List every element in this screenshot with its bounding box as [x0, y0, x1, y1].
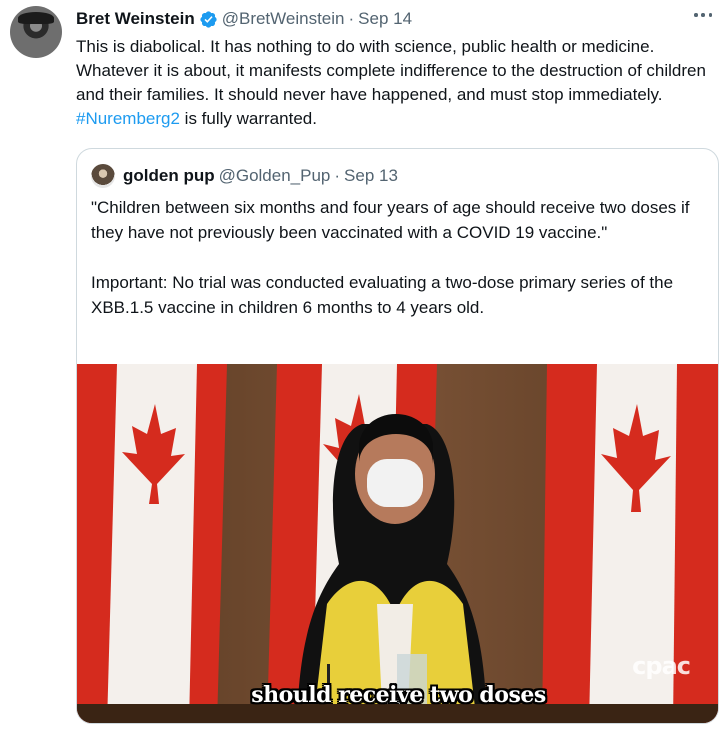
- author-name[interactable]: Bret Weinstein: [76, 9, 195, 29]
- quoted-separator-dot: ·: [334, 166, 341, 185]
- separator-dot: ·: [348, 9, 355, 28]
- hashtag-link[interactable]: #Nuremberg2: [76, 109, 180, 128]
- tweet-date[interactable]: Sep 14: [358, 9, 412, 29]
- quoted-author-name: golden pup: [123, 166, 215, 185]
- flag-left: [77, 364, 227, 723]
- quoted-header: golden pup @Golden_Pup · Sep 13: [91, 164, 398, 188]
- author-avatar[interactable]: [10, 6, 62, 58]
- more-options-icon[interactable]: [691, 5, 715, 25]
- author-handle[interactable]: @BretWeinstein: [222, 9, 345, 29]
- quoted-author-handle: @Golden_Pup: [218, 166, 331, 185]
- tweet-text-tail: is fully warranted.: [179, 109, 317, 128]
- quoted-paragraph-1: "Children between six months and four ye…: [91, 198, 690, 242]
- tweet-header: Bret Weinstein @BretWeinstein · Sep 14: [76, 8, 412, 30]
- quoted-media-video[interactable]: cpac should receive two doses: [77, 364, 718, 723]
- video-frame: [77, 364, 718, 723]
- tweet-text-body: This is diabolical. It has nothing to do…: [76, 37, 706, 104]
- quoted-text: "Children between six months and four ye…: [91, 195, 711, 320]
- video-watermark: cpac: [632, 652, 691, 680]
- tweet-text: This is diabolical. It has nothing to do…: [76, 35, 706, 131]
- verified-badge-icon: [200, 10, 217, 28]
- quoted-date: Sep 13: [344, 166, 398, 185]
- quoted-paragraph-2: Important: No trial was conducted evalua…: [91, 273, 674, 317]
- quoted-tweet[interactable]: golden pup @Golden_Pup · Sep 13 "Childre…: [76, 148, 719, 724]
- quoted-author-avatar: [91, 164, 115, 188]
- video-caption: should receive two doses: [251, 682, 546, 708]
- flag-right: [542, 364, 718, 723]
